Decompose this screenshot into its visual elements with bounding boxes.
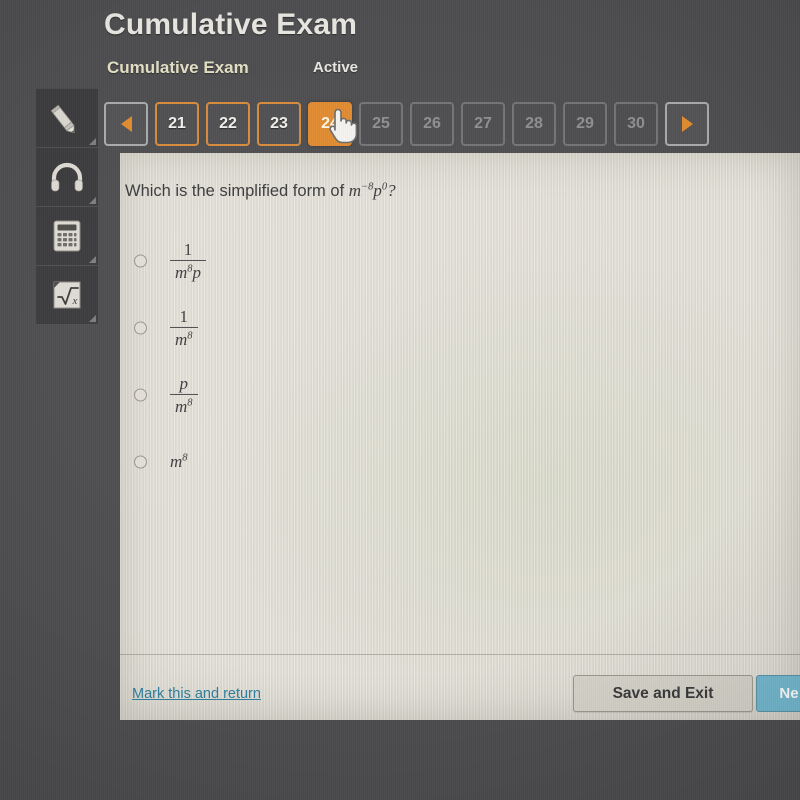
question-button-29[interactable]: 29 [563,102,607,146]
calculator-tool-button[interactable] [36,207,98,266]
radio-button-b[interactable] [134,321,147,334]
fraction-c-den-base: m [175,396,188,416]
answer-option-d[interactable]: m8 [120,428,800,495]
fraction-c: p m8 [170,373,198,416]
svg-text:x: x [72,295,78,307]
question-button-27[interactable]: 27 [461,102,505,146]
resize-corner-icon [89,197,96,204]
breadcrumb[interactable]: Cumulative Exam [107,58,249,78]
headphones-tool-button[interactable] [36,148,98,207]
calculator-icon [51,219,83,253]
fraction-a-den-tail: p [192,262,202,282]
fraction-a-denominator: m8p [170,261,206,282]
square-root-icon: x [50,279,84,311]
resize-corner-icon [89,256,96,263]
prev-question-button[interactable] [104,102,148,146]
question-button-21[interactable]: 21 [155,102,199,146]
answer-option-b[interactable]: 1 m8 [120,294,800,361]
formula-tool-button[interactable]: x [36,266,98,325]
question-button-25[interactable]: 25 [359,102,403,146]
headphones-icon [49,162,85,192]
expression-base-p: p [373,181,382,200]
page-header: Cumulative Exam Cumulative Exam Active [0,0,800,92]
answer-option-c-value: p m8 [170,373,198,416]
footer-divider [120,654,800,655]
expression-suffix: ? [387,181,396,200]
exam-screen: Cumulative Exam Cumulative Exam Active x… [0,0,800,800]
question-prompt-text: Which is the simplified form of [125,182,349,200]
question-navigator: 21 22 23 24 25 26 27 28 29 30 [104,100,754,148]
fraction-b-den-exp: 8 [187,329,193,341]
answer-option-a-value: 1 m8p [170,239,207,282]
fraction-b: 1 m8 [170,306,198,349]
question-panel: Which is the simplified form of m−8p0? 1… [120,153,800,720]
fraction-a: 1 m8p [170,239,207,282]
radio-button-c[interactable] [134,388,147,401]
expression-base-m: m [348,181,362,200]
fraction-c-numerator: p [170,373,198,395]
tool-sidebar: x [36,88,98,325]
status-badge: Active [313,59,359,76]
radio-button-d[interactable] [134,455,147,468]
answer-option-d-value: m8 [170,452,188,472]
pencil-tool-button[interactable] [36,88,98,148]
question-button-26[interactable]: 26 [410,102,454,146]
question-button-24[interactable]: 24 [308,102,352,146]
save-and-exit-button[interactable]: Save and Exit [573,675,753,712]
fraction-a-den-base: m [175,262,188,282]
question-button-28[interactable]: 28 [512,102,556,146]
mark-this-and-return-link[interactable]: Mark this and return [132,686,261,702]
fraction-b-numerator: 1 [170,306,198,328]
question-prompt: Which is the simplified form of m−8p0? [125,181,396,201]
fraction-b-den-base: m [175,329,188,349]
answer-options: 1 m8p 1 m8 p m8 m8 [120,227,800,495]
question-button-22[interactable]: 22 [206,102,250,146]
chevron-left-icon [120,116,132,132]
question-expression: m−8p0? [349,181,396,200]
pencil-icon [49,101,85,135]
option-d-base: m [170,451,183,471]
next-button[interactable]: Ne [756,675,800,712]
question-button-23[interactable]: 23 [257,102,301,146]
fraction-b-denominator: m8 [170,328,198,349]
page-title: Cumulative Exam [104,8,358,41]
resize-corner-icon [89,315,96,322]
resize-corner-icon [89,138,96,145]
radio-button-a[interactable] [134,254,147,267]
fraction-a-numerator: 1 [170,239,207,261]
chevron-right-icon [681,116,693,132]
fraction-c-denominator: m8 [170,395,198,416]
option-d-exp: 8 [182,451,188,463]
question-button-30[interactable]: 30 [614,102,658,146]
fraction-c-den-exp: 8 [187,396,193,408]
expression-exp-m: −8 [361,181,374,193]
next-question-button[interactable] [665,102,709,146]
answer-option-b-value: 1 m8 [170,306,198,349]
answer-option-c[interactable]: p m8 [120,361,800,428]
answer-option-a[interactable]: 1 m8p [120,227,800,294]
